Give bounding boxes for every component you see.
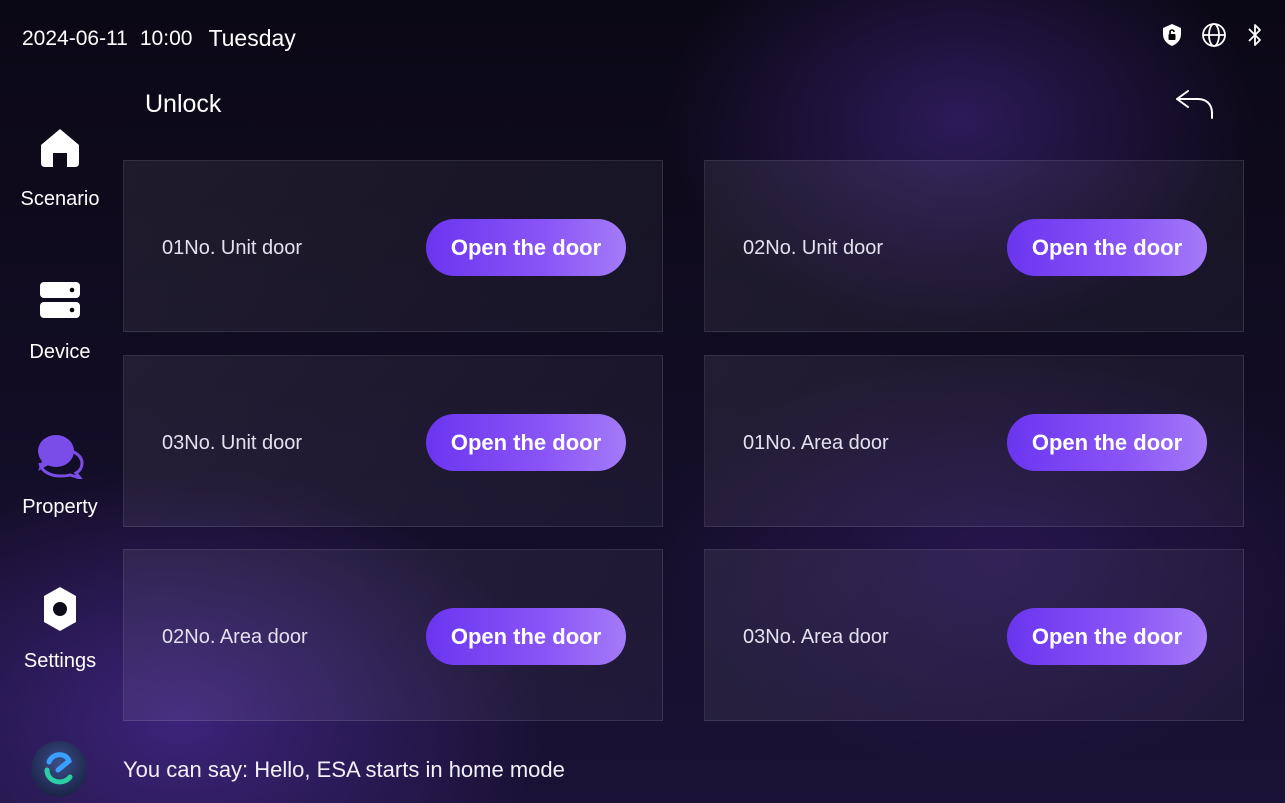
status-icons [1161,22,1265,48]
door-grid: 01No. Unit door Open the door 02No. Unit… [123,160,1245,722]
back-button[interactable] [1170,85,1220,125]
door-card: 01No. Area door Open the door [704,355,1244,527]
door-name: 01No. Area door [743,432,889,454]
door-card: 02No. Area door Open the door [123,549,663,721]
globe-icon[interactable] [1201,22,1227,48]
status-date: 2024-06-11 [22,26,128,50]
door-card: 03No. Area door Open the door [704,549,1244,721]
door-name: 01No. Unit door [162,237,303,259]
door-card: 03No. Unit door Open the door [123,355,663,527]
back-arrow-icon [1176,90,1213,119]
open-door-button[interactable]: Open the door [426,414,626,471]
sidebar-item-property[interactable]: Property [0,430,120,519]
door-name: 02No. Unit door [743,237,884,259]
security-shield-icon[interactable] [1161,23,1183,47]
open-door-button[interactable]: Open the door [1007,414,1207,471]
sidebar-item-label: Property [22,496,98,518]
home-icon [0,122,120,172]
assistant-logo-icon[interactable] [30,740,88,798]
server-icon [0,275,120,325]
door-name: 03No. Unit door [162,432,303,454]
sidebar-item-settings[interactable]: Settings [0,584,120,673]
open-door-button[interactable]: Open the door [1007,219,1207,276]
status-weekday: Tuesday [208,25,296,51]
door-card: 01No. Unit door Open the door [123,160,663,332]
voice-assistant-bar: You can say: Hello, ESA starts in home m… [30,740,930,798]
chat-bubbles-icon [0,430,120,480]
open-door-button[interactable]: Open the door [1007,608,1207,665]
open-door-button[interactable]: Open the door [426,219,626,276]
page-title: Unlock [145,90,222,118]
door-card: 02No. Unit door Open the door [704,160,1244,332]
door-name: 03No. Area door [743,626,889,648]
status-time: 10:00 [139,26,193,50]
sidebar-item-scenario[interactable]: Scenario [0,122,120,211]
assistant-hint: You can say: Hello, ESA starts in home m… [123,757,565,782]
sidebar-item-label: Settings [23,650,97,672]
sidebar-item-label: Scenario [20,188,100,210]
bluetooth-icon[interactable] [1245,22,1265,48]
sidebar-item-device[interactable]: Device [0,275,120,364]
door-name: 02No. Area door [162,626,308,648]
gear-icon [0,584,120,634]
status-bar: 2024-06-11 10:00 Tuesday [0,0,1285,75]
open-door-button[interactable]: Open the door [426,608,626,665]
status-datetime: 2024-06-11 10:00 Tuesday [22,25,296,52]
sidebar-item-label: Device [29,341,91,363]
